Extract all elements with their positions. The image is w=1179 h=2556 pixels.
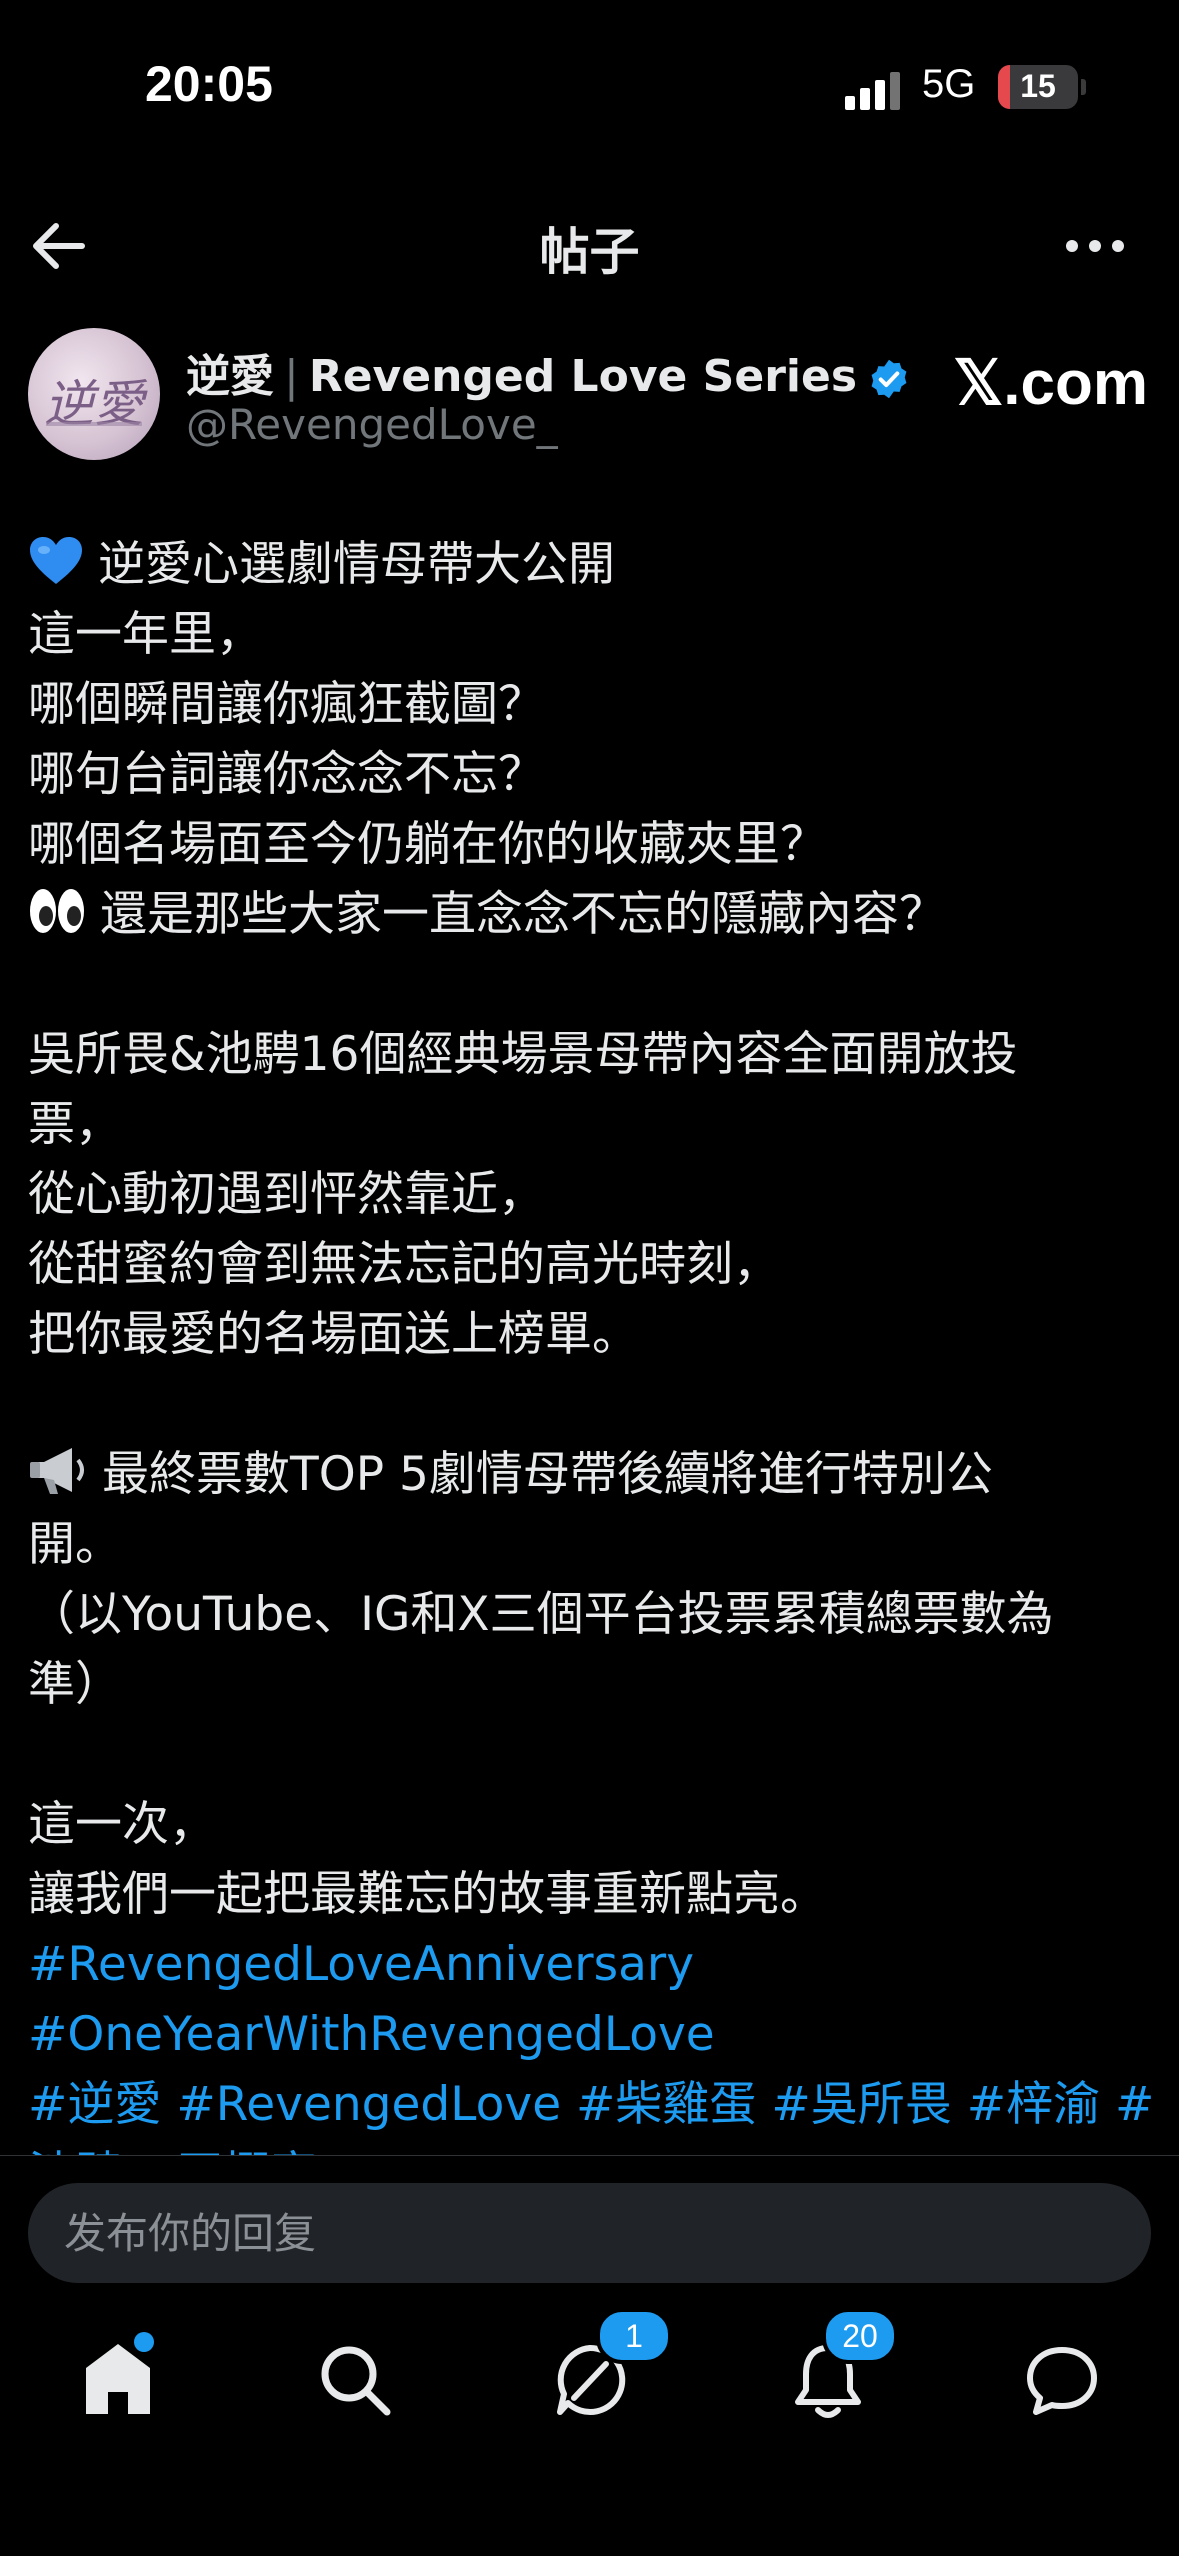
post-text-line: 開。 — [28, 1510, 1153, 1580]
avatar-decoration — [46, 422, 142, 426]
author-name-en: Revenged Love Series — [308, 351, 858, 402]
post-line-text: 開。 — [28, 1517, 122, 1572]
post-line-text: 把你最愛的名場面送上榜單。 — [28, 1307, 639, 1362]
post-line-text: 準） — [28, 1657, 122, 1712]
post-line-text: 吳所畏&池騁16個經典場景母帶內容全面開放投 — [28, 1027, 1018, 1082]
post-text-line: 準） — [28, 1650, 1153, 1720]
post-text-line: 吳所畏&池騁16個經典場景母帶內容全面開放投 — [28, 1020, 1153, 1090]
nav-notifications[interactable]: 20 — [778, 2308, 898, 2430]
page-title: 帖子 — [539, 223, 640, 281]
search-icon — [321, 2346, 391, 2416]
post-text-line: 這一年里， — [28, 600, 1153, 670]
post-text-line: 這一次， — [28, 1790, 1153, 1860]
post-hashtag-line[interactable]: #RevengedLoveAnniversary — [28, 1930, 1153, 2000]
battery-tip — [1081, 79, 1086, 95]
battery-icon: 15 — [998, 65, 1078, 109]
post-line-text: #RevengedLoveAnniversary — [28, 1937, 695, 1992]
post-text-line: 從甜蜜約會到無法忘記的高光時刻， — [28, 1230, 1153, 1300]
name-separator: | — [284, 351, 299, 402]
nav-home[interactable] — [68, 2330, 168, 2430]
cellular-signal-icon — [845, 70, 901, 110]
post-text-line: 讓我們一起把最難忘的故事重新點亮。 — [28, 1860, 1153, 1930]
bottom-nav: 1 20 — [0, 2300, 1179, 2460]
post-text-line: 哪個瞬間讓你瘋狂截圖？ — [28, 670, 1153, 740]
post-header: 帖子 — [0, 190, 1179, 300]
post-line-text: 池騁 #田栩寧 — [28, 2147, 317, 2155]
post-text-line: 票， — [28, 1090, 1153, 1160]
post-text-line: 哪個名場面至今仍躺在你的收藏夾里？ — [28, 810, 1153, 880]
eyes-icon — [28, 886, 86, 956]
post-line-text: （以YouTube、IG和X三個平台投票累積總票數為 — [28, 1587, 1054, 1642]
post-line-text: 最終票數TOP 5劇情母帶後續將進行特別公 — [102, 1447, 993, 1502]
home-unread-dot — [134, 2332, 154, 2352]
battery-percent: 15 — [1020, 68, 1056, 104]
author-name[interactable]: 逆愛 | Revenged Love Series — [186, 340, 911, 404]
status-bar: 20:05 5G 15 — [0, 0, 1179, 175]
post-text-line: 逆愛心選劇情母帶大公開 — [28, 530, 1153, 600]
status-time: 20:05 — [145, 56, 273, 112]
post-hashtag-line[interactable]: #OneYearWithRevengedLove — [28, 2000, 1153, 2070]
post-hashtag-line[interactable]: 池騁 #田栩寧 — [28, 2140, 1153, 2155]
post-text-line: （以YouTube、IG和X三個平台投票累積總票數為 — [28, 1580, 1153, 1650]
post-text-line: 把你最愛的名場面送上榜單。 — [28, 1300, 1153, 1370]
grok-badge: 1 — [596, 2308, 672, 2364]
network-type: 5G — [922, 62, 976, 106]
megaphone-icon — [28, 1444, 88, 1516]
more-options-button[interactable] — [1060, 214, 1130, 278]
post-line-text: 哪個名場面至今仍躺在你的收藏夾里？ — [28, 817, 827, 872]
post-line-text: 這一年里， — [28, 607, 263, 662]
post-line-text: 從甜蜜約會到無法忘記的高光時刻， — [28, 1237, 780, 1292]
more-horizontal-icon — [1066, 240, 1124, 252]
post-line-text: 哪句台詞讓你念念不忘？ — [28, 747, 545, 802]
nav-messages[interactable] — [1012, 2330, 1112, 2430]
post-line-text: 票， — [28, 1097, 122, 1152]
notifications-badge: 20 — [822, 2308, 898, 2364]
blue-heart-icon — [28, 536, 84, 606]
verified-badge-icon — [871, 359, 907, 399]
message-icon — [1027, 2347, 1097, 2415]
post-hashtag-line[interactable]: #逆愛 #RevengedLove #柴雞蛋 #吳所畏 #梓渝 # — [28, 2070, 1153, 2140]
nav-grok[interactable]: 1 — [540, 2308, 672, 2430]
author-name-cn: 逆愛 — [186, 351, 274, 402]
post-text-line: 哪句台詞讓你念念不忘？ — [28, 740, 1153, 810]
post-line-text: #OneYearWithRevengedLove — [28, 2007, 715, 2062]
post-line-text: 這一次， — [28, 1797, 216, 1852]
reply-input[interactable] — [28, 2183, 1151, 2283]
post-text: 逆愛心選劇情母帶大公開這一年里， 哪個瞬間讓你瘋狂截圖？ 哪句台詞讓你念念不忘？ 哪個… — [28, 530, 1153, 2155]
post-author: 逆愛 逆愛 | Revenged Love Series @RevengedLove… — [28, 328, 1158, 468]
post-line-text: 讓我們一起把最難忘的故事重新點亮。 — [28, 1867, 827, 1922]
nav-search[interactable] — [305, 2330, 405, 2430]
author-handle[interactable]: @RevengedLove_ — [186, 400, 558, 449]
post-text-line: 最終票數TOP 5劇情母帶後續將進行特別公 — [28, 1440, 1153, 1510]
post-line-text: #逆愛 #RevengedLove #柴雞蛋 #吳所畏 #梓渝 # — [28, 2077, 1153, 2132]
post-text-line: 還是那些大家一直念念不忘的隱藏內容？ — [28, 880, 1153, 950]
post-line-text: 還是那些大家一直念念不忘的隱藏內容？ — [100, 887, 946, 942]
post-line-text: 逆愛心選劇情母帶大公開 — [98, 537, 615, 592]
xcom-watermark: 𝕏.com — [953, 349, 1148, 418]
reply-bar — [0, 2155, 1179, 2285]
post-text-line: 從心動初遇到怦然靠近， — [28, 1160, 1153, 1230]
post-line-text: 從心動初遇到怦然靠近， — [28, 1167, 545, 1222]
post-line-text: 哪個瞬間讓你瘋狂截圖？ — [28, 677, 545, 732]
avatar[interactable]: 逆愛 — [28, 328, 160, 460]
